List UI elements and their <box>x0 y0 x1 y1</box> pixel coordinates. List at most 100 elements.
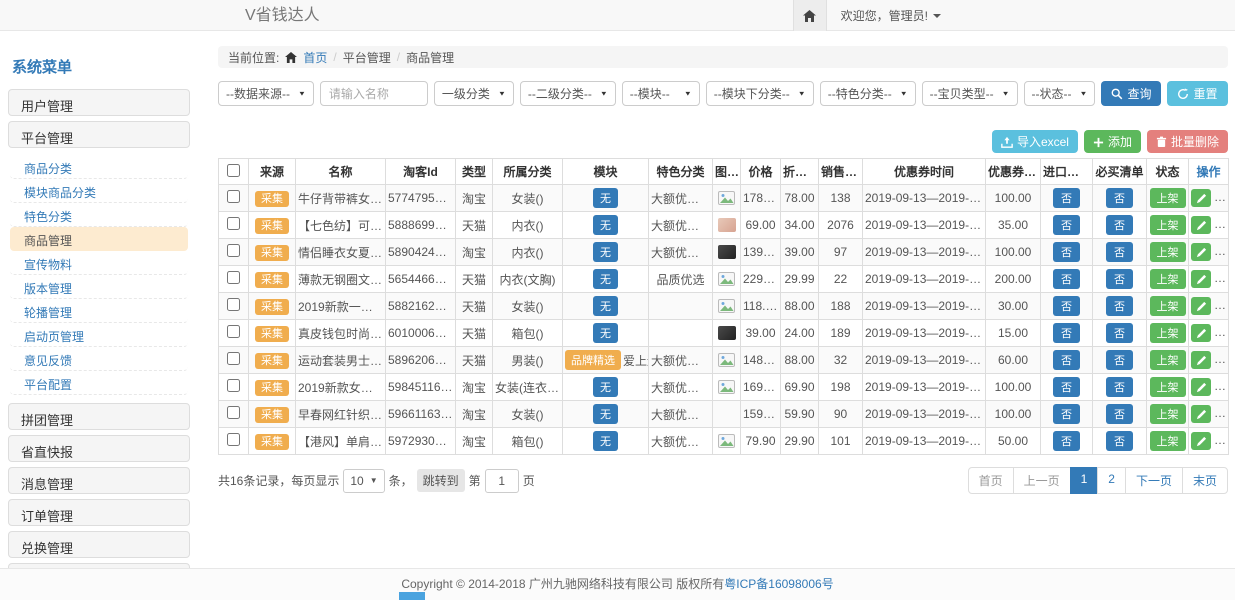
must-buy-toggle-button[interactable]: 否 <box>1106 404 1133 424</box>
row-checkbox[interactable] <box>227 190 240 203</box>
sidebar-item[interactable]: 宣传物料 <box>10 251 188 275</box>
sidebar-group[interactable]: 兑换管理 <box>8 531 190 558</box>
edit-button[interactable] <box>1191 216 1211 234</box>
sidebar-group[interactable]: 平台管理 <box>8 121 190 148</box>
row-checkbox[interactable] <box>227 379 240 392</box>
must-buy-toggle-button[interactable]: 否 <box>1106 188 1133 208</box>
name-cell: 早春网红针织外套女春... <box>296 401 386 428</box>
imported-toggle-button[interactable]: 否 <box>1053 377 1080 397</box>
row-checkbox[interactable] <box>227 217 240 230</box>
sidebar-item[interactable]: 轮播管理 <box>10 299 188 323</box>
sidebar-item[interactable]: 启动页管理 <box>10 323 188 347</box>
must-buy-toggle-button[interactable]: 否 <box>1106 377 1133 397</box>
edit-button[interactable] <box>1191 324 1211 342</box>
filter-select[interactable]: --模块下分类--▼ <box>706 81 814 106</box>
row-checkbox[interactable] <box>227 433 240 446</box>
pager-button[interactable]: 下一页 <box>1125 467 1183 494</box>
icp-link[interactable]: 粤ICP备16098006号 <box>724 577 833 591</box>
must-buy-toggle-button[interactable]: 否 <box>1106 215 1133 235</box>
must-buy-toggle-button[interactable]: 否 <box>1106 323 1133 343</box>
edit-button[interactable] <box>1191 297 1211 315</box>
product-thumbnail <box>718 245 736 259</box>
status-button[interactable]: 上架 <box>1150 188 1186 208</box>
filter-select[interactable]: --状态--▼ <box>1024 81 1096 106</box>
discount-price-cell: 78.00 <box>781 185 819 212</box>
filter-select[interactable]: --宝贝类型--▼ <box>922 81 1018 106</box>
row-checkbox[interactable] <box>227 271 240 284</box>
imported-toggle-button[interactable]: 否 <box>1053 404 1080 424</box>
imported-toggle-button[interactable]: 否 <box>1053 431 1080 451</box>
imported-toggle-button[interactable]: 否 <box>1053 242 1080 262</box>
table-row: 采集【七色纺】可爱纯棉家...588869917501天猫内衣()无大额优惠券6… <box>219 212 1229 239</box>
status-button[interactable]: 上架 <box>1150 404 1186 424</box>
edit-button[interactable] <box>1191 432 1211 450</box>
sidebar-item[interactable]: 商品分类 <box>10 155 188 179</box>
imported-toggle-button[interactable]: 否 <box>1053 188 1080 208</box>
edit-button[interactable] <box>1191 243 1211 261</box>
status-button[interactable]: 上架 <box>1150 323 1186 343</box>
select-all-checkbox[interactable] <box>227 164 240 177</box>
sidebar-group[interactable]: 拼团管理 <box>8 403 190 430</box>
imported-toggle-button[interactable]: 否 <box>1053 296 1080 316</box>
home-button[interactable] <box>793 0 827 31</box>
imported-toggle-button[interactable]: 否 <box>1053 215 1080 235</box>
pager-button[interactable]: 首页 <box>968 467 1014 494</box>
sidebar-item[interactable]: 意见反馈 <box>10 347 188 371</box>
edit-button[interactable] <box>1191 351 1211 369</box>
imported-toggle-button[interactable]: 否 <box>1053 350 1080 370</box>
status-button[interactable]: 上架 <box>1150 215 1186 235</box>
must-buy-toggle-button[interactable]: 否 <box>1106 269 1133 289</box>
filter-select[interactable]: --数据来源--▼ <box>218 81 314 106</box>
batch-delete-button[interactable]: 批量删除 <box>1147 130 1228 153</box>
row-checkbox[interactable] <box>227 244 240 257</box>
row-checkbox[interactable] <box>227 352 240 365</box>
sidebar-group[interactable]: 省直快报 <box>8 435 190 462</box>
edit-button[interactable] <box>1191 378 1211 396</box>
sidebar-item[interactable]: 平台配置 <box>10 371 188 395</box>
status-button[interactable]: 上架 <box>1150 350 1186 370</box>
sidebar-item[interactable]: 商品管理 <box>10 227 188 251</box>
filter-select[interactable]: --模块--▼ <box>622 81 700 106</box>
sidebar-item[interactable]: 模块商品分类 <box>10 179 188 203</box>
status-button[interactable]: 上架 <box>1150 377 1186 397</box>
sidebar-item[interactable]: 版本管理 <box>10 275 188 299</box>
filter-select[interactable]: 一级分类▼ <box>434 81 514 106</box>
add-button[interactable]: 添加 <box>1084 130 1141 153</box>
pager-button[interactable]: 2 <box>1097 467 1126 494</box>
row-checkbox[interactable] <box>227 325 240 338</box>
filter-select[interactable]: --特色分类--▼ <box>820 81 916 106</box>
name-search-input[interactable] <box>320 81 428 106</box>
edit-button[interactable] <box>1191 405 1211 423</box>
must-buy-toggle-button[interactable]: 否 <box>1106 296 1133 316</box>
pager-button[interactable]: 上一页 <box>1013 467 1071 494</box>
status-button[interactable]: 上架 <box>1150 269 1186 289</box>
imported-toggle-button[interactable]: 否 <box>1053 269 1080 289</box>
per-page-select[interactable]: 10 ▼ <box>343 469 384 493</box>
must-buy-toggle-button[interactable]: 否 <box>1106 350 1133 370</box>
status-button[interactable]: 上架 <box>1150 242 1186 262</box>
status-button[interactable]: 上架 <box>1150 296 1186 316</box>
pager-button[interactable]: 1 <box>1070 467 1099 494</box>
must-buy-toggle-button[interactable]: 否 <box>1106 431 1133 451</box>
jump-page-input[interactable] <box>485 469 519 493</box>
jump-button[interactable]: 跳转到 <box>417 469 465 492</box>
imported-toggle-button[interactable]: 否 <box>1053 323 1080 343</box>
breadcrumb-home-link[interactable]: 首页 <box>303 49 327 66</box>
sidebar-group[interactable]: 订单管理 <box>8 499 190 526</box>
sidebar-group[interactable]: 消息管理 <box>8 467 190 494</box>
filter-select[interactable]: --二级分类--▼ <box>520 81 616 106</box>
reset-button[interactable]: 重置 <box>1167 81 1227 106</box>
search-button[interactable]: 查询 <box>1101 81 1161 106</box>
import-excel-button[interactable]: 导入excel <box>992 130 1078 153</box>
status-button[interactable]: 上架 <box>1150 431 1186 451</box>
row-checkbox[interactable] <box>227 406 240 419</box>
user-menu[interactable]: 欢迎您，管理员! <box>827 0 955 31</box>
imported-cell: 否 <box>1041 401 1093 428</box>
edit-button[interactable] <box>1191 189 1211 207</box>
sidebar-item[interactable]: 特色分类 <box>10 203 188 227</box>
edit-button[interactable] <box>1191 270 1211 288</box>
pager-button[interactable]: 末页 <box>1182 467 1228 494</box>
row-checkbox[interactable] <box>227 298 240 311</box>
must-buy-toggle-button[interactable]: 否 <box>1106 242 1133 262</box>
sidebar-group[interactable]: 用户管理 <box>8 89 190 116</box>
